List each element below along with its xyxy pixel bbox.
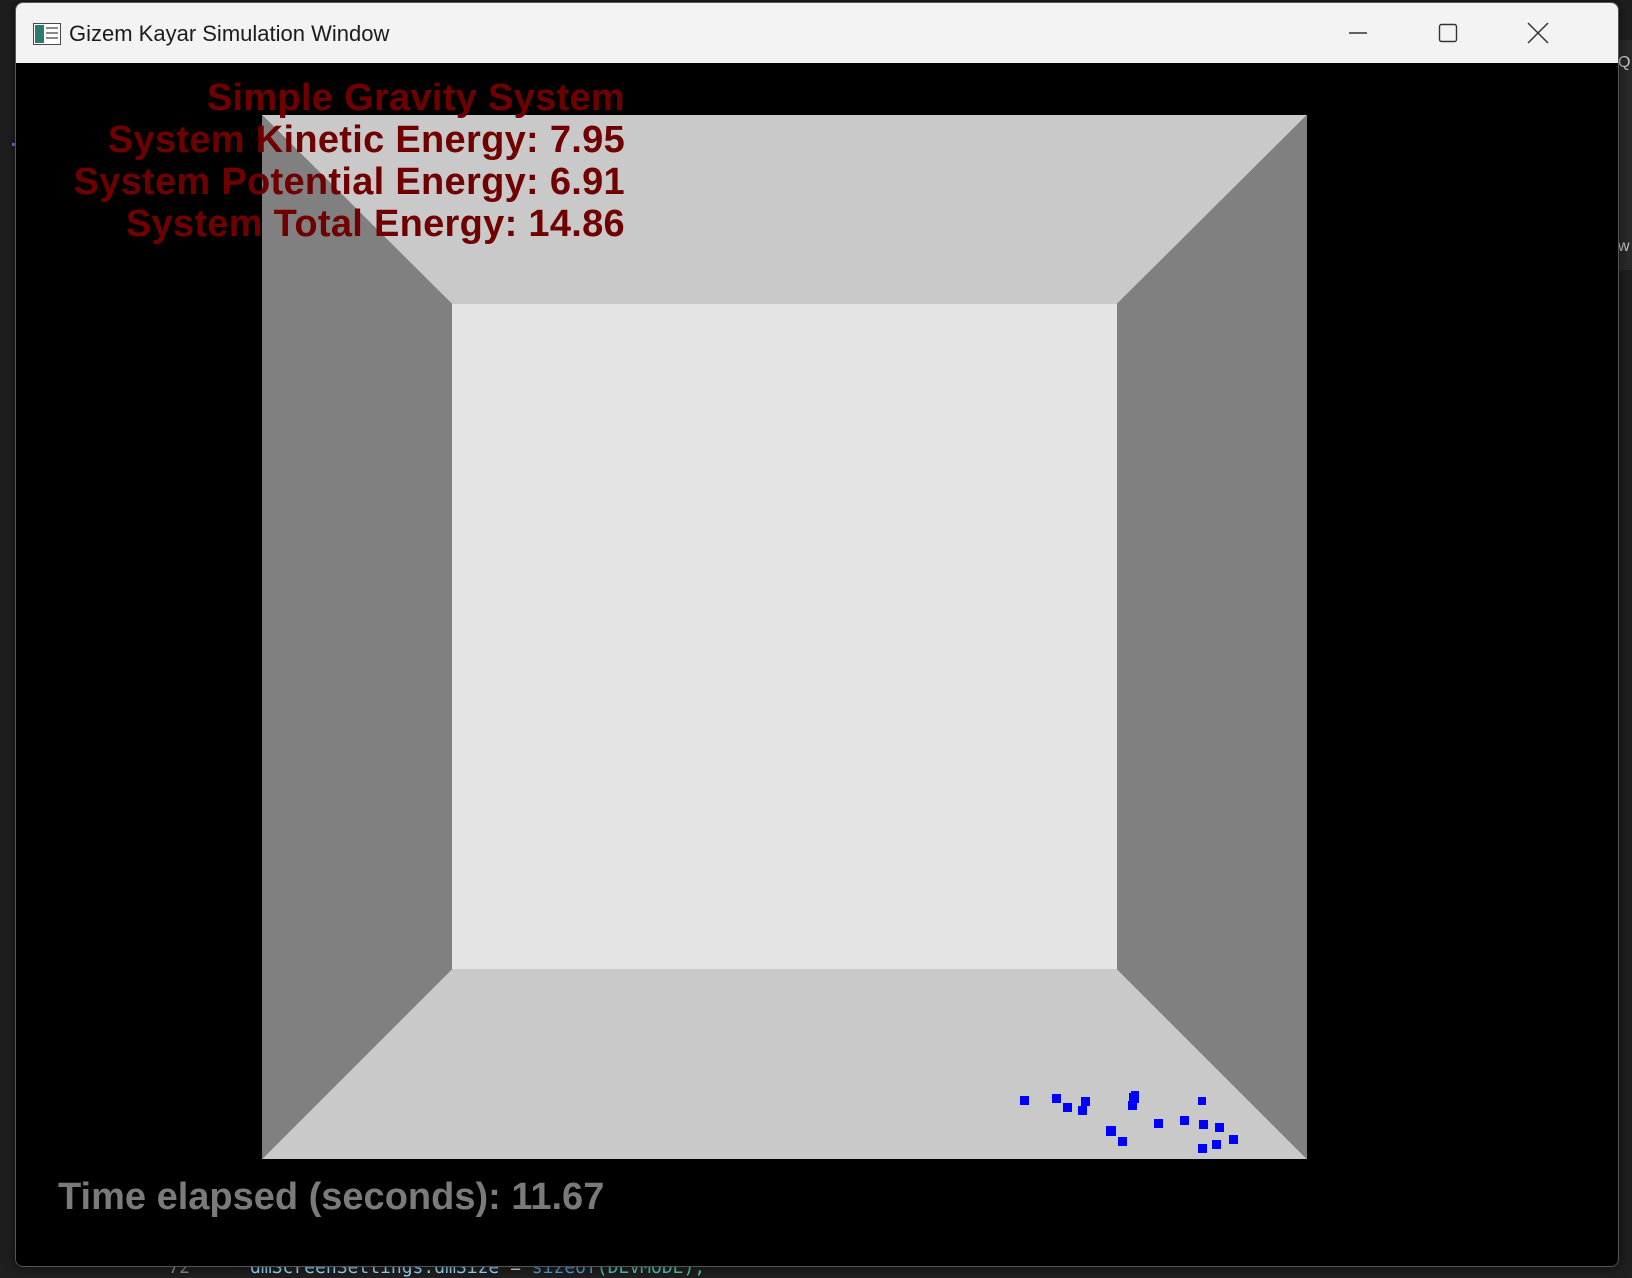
particle — [1212, 1140, 1221, 1149]
particle — [1154, 1119, 1163, 1128]
particle — [1078, 1106, 1087, 1115]
particle — [1198, 1144, 1207, 1153]
minimize-button[interactable] — [1313, 3, 1403, 63]
hud-total-energy: System Total Energy: 14.86 — [125, 203, 625, 245]
hud-potential-energy: System Potential Energy: 6.91 — [73, 161, 625, 203]
maximize-button[interactable] — [1403, 3, 1493, 63]
particle — [1131, 1091, 1139, 1099]
particle — [1118, 1137, 1127, 1146]
particle — [1215, 1123, 1224, 1132]
title-bar[interactable]: Gizem Kayar Simulation Window — [16, 3, 1618, 63]
particle — [1198, 1097, 1206, 1105]
app-window-icon — [33, 23, 61, 45]
window-title: Gizem Kayar Simulation Window — [69, 21, 390, 46]
close-icon — [1527, 22, 1549, 44]
close-button[interactable] — [1493, 3, 1583, 63]
maximize-icon — [1438, 23, 1458, 43]
ide-tab-fragment: w — [1618, 238, 1630, 255]
particle — [1063, 1103, 1072, 1112]
particle — [1229, 1135, 1238, 1144]
simulation-window: Gizem Kayar Simulation Window Simple Gra… — [15, 2, 1619, 1267]
particle — [1052, 1094, 1061, 1103]
particle — [1180, 1116, 1189, 1125]
hud-title: Simple Gravity System — [206, 77, 625, 119]
particle — [1020, 1096, 1029, 1105]
hud-time-elapsed: Time elapsed (seconds): 11.67 — [58, 1176, 605, 1218]
hud-kinetic-energy: System Kinetic Energy: 7.95 — [107, 119, 625, 161]
particle — [1128, 1101, 1137, 1110]
minimize-icon — [1349, 32, 1367, 34]
ide-search-glyph: Q — [1618, 54, 1631, 71]
render-viewport[interactable]: Simple Gravity System System Kinetic Ene… — [16, 63, 1618, 1266]
particle — [1199, 1120, 1208, 1129]
box-back-wall — [452, 304, 1117, 969]
particle — [1081, 1097, 1090, 1106]
particle — [1106, 1126, 1116, 1136]
